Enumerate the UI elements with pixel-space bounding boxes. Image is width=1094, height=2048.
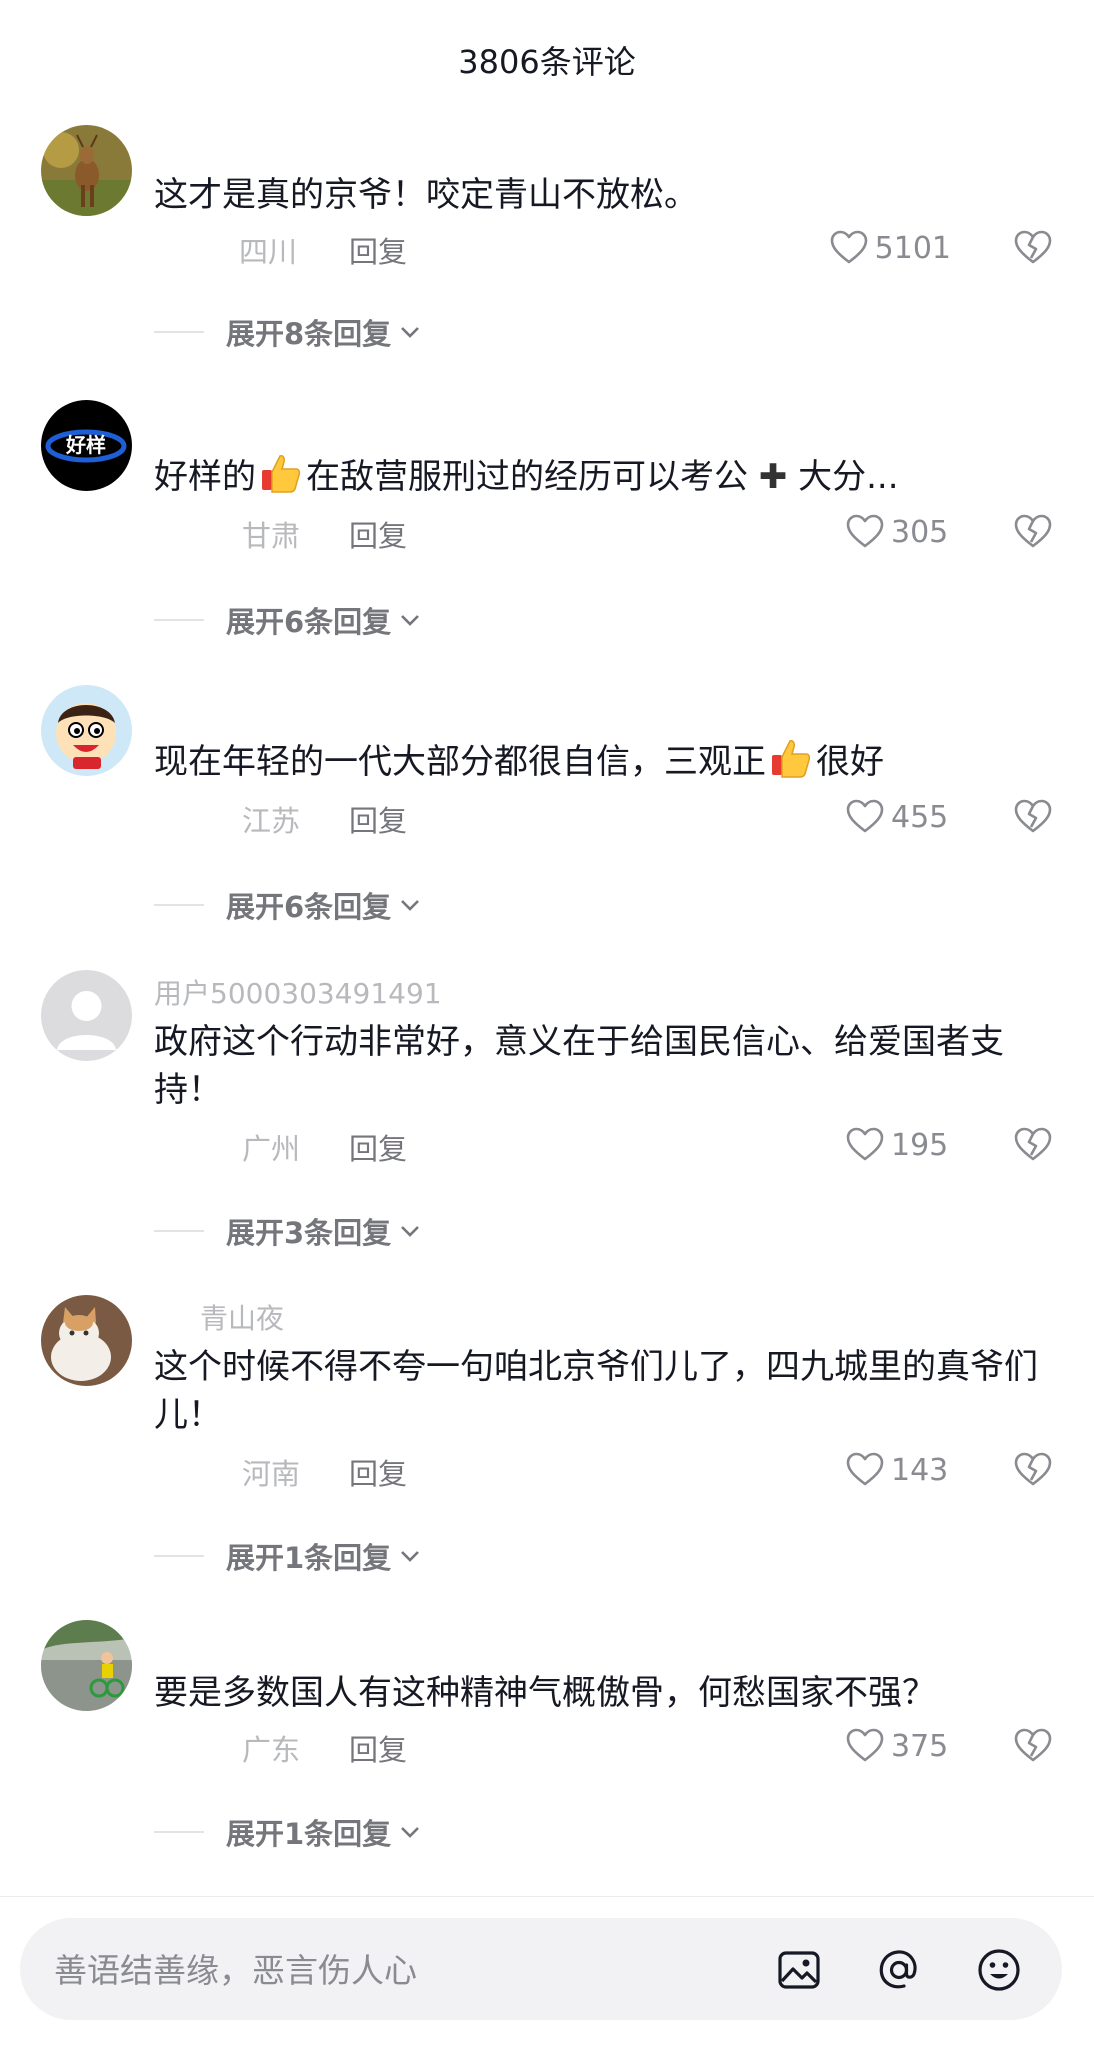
divider	[0, 1896, 1094, 1897]
avatar[interactable]	[41, 125, 132, 216]
expand-replies[interactable]: 展开1条回复	[154, 1536, 423, 1576]
comment-input-bar	[20, 1918, 1062, 2020]
comment-username[interactable]: 青山夜	[200, 1297, 284, 1337]
like-count: 143	[891, 1452, 949, 1488]
avatar[interactable]	[41, 1620, 132, 1711]
comment-meta: 河南 回复 143	[154, 1447, 1054, 1493]
avatar[interactable]	[41, 685, 132, 776]
heart-icon	[846, 514, 884, 548]
at-icon[interactable]	[874, 1945, 924, 1995]
like-count: 375	[891, 1728, 949, 1764]
like-button[interactable]: 455	[845, 797, 951, 837]
reply-button[interactable]: 回复	[349, 513, 407, 555]
comment-location: 广东	[242, 1733, 301, 1767]
comment-meta: 江苏 回复 455	[154, 794, 1054, 840]
dislike-button[interactable]	[1013, 512, 1053, 552]
chevron-down-icon	[401, 615, 420, 626]
comment-meta: 广东 回复 375	[154, 1723, 1054, 1769]
broken-heart-icon	[1014, 799, 1052, 833]
cat-avatar-icon	[41, 1295, 132, 1386]
comment-meta: 甘肃 回复 305	[154, 509, 1054, 555]
broken-heart-icon	[1014, 1127, 1052, 1161]
thumbs-up-icon	[772, 740, 811, 778]
thumbs-up-icon	[262, 455, 301, 493]
reply-button[interactable]: 回复	[349, 1451, 407, 1493]
like-count: 195	[891, 1127, 949, 1163]
broken-heart-icon	[1014, 1452, 1052, 1486]
heart-icon	[846, 1728, 884, 1762]
like-count: 5101	[874, 230, 951, 266]
comment-count-title: 3806条评论	[458, 43, 636, 81]
emoji-icon[interactable]	[974, 1945, 1024, 1995]
plus-icon: ✚	[758, 457, 788, 497]
comment-meta: 广州 回复 195	[154, 1122, 1054, 1168]
default-user-avatar-icon	[41, 970, 132, 1061]
comment-text: 好样的 在敌营服刑过的经历可以考公 ✚ 大分...	[154, 450, 1054, 501]
cartoon-boy-avatar-icon	[41, 685, 132, 776]
kid-bike-avatar-icon	[41, 1620, 132, 1711]
heart-icon	[846, 799, 884, 833]
comment-text: 这个时候不得不夸一句咱北京爷们儿了，四九城里的真爷们儿！	[154, 1347, 1038, 1435]
expand-replies[interactable]: 展开6条回复	[154, 885, 423, 925]
avatar[interactable]	[41, 1295, 132, 1386]
dislike-button[interactable]	[1013, 1125, 1053, 1165]
comment-location: 四川	[239, 235, 298, 269]
dislike-button[interactable]	[1013, 228, 1053, 268]
heart-icon	[846, 1127, 884, 1161]
reply-button[interactable]: 回复	[349, 1727, 407, 1769]
chevron-down-icon	[401, 1827, 420, 1838]
like-count: 455	[891, 799, 949, 835]
comments-page: 3806条评论 这才是真的京爷！咬定青山不放松。 四川 回复 5101 展开8条…	[0, 0, 1094, 2048]
comment-text: 政府这个行动非常好，意义在于给国民信心、给爱国者支持！	[154, 1022, 1004, 1110]
comment-text: 这才是真的京爷！咬定青山不放松。	[154, 175, 698, 215]
broken-heart-icon	[1014, 230, 1052, 264]
like-count: 305	[891, 514, 949, 550]
expand-replies[interactable]: 展开6条回复	[154, 600, 423, 640]
svg-text:好样: 好样	[65, 433, 106, 457]
comment-text: 现在年轻的一代大部分都很自信，三观正 很好	[154, 735, 1054, 786]
avatar[interactable]	[41, 970, 132, 1061]
image-icon[interactable]	[774, 1945, 824, 1995]
broken-heart-icon	[1014, 514, 1052, 548]
like-button[interactable]: 305	[845, 512, 951, 552]
reply-button[interactable]: 回复	[349, 1126, 407, 1168]
avatar[interactable]: 好样	[41, 400, 132, 491]
comment-location: 广州	[242, 1132, 301, 1166]
like-button[interactable]: 195	[845, 1125, 951, 1165]
chevron-down-icon	[401, 1551, 420, 1562]
chevron-down-icon	[401, 900, 420, 911]
comment-meta: 四川 回复 5101	[154, 225, 1054, 271]
deer-avatar-icon	[41, 125, 132, 216]
heart-icon	[830, 230, 867, 264]
reply-button[interactable]: 回复	[349, 798, 407, 840]
broken-heart-icon	[1014, 1728, 1052, 1762]
dislike-button[interactable]	[1013, 797, 1053, 837]
comment-location: 甘肃	[242, 519, 301, 553]
like-button[interactable]: 375	[845, 1726, 951, 1766]
chevron-down-icon	[401, 1226, 420, 1237]
comment-location: 河南	[242, 1457, 301, 1491]
comment-location: 江苏	[242, 804, 301, 838]
comment-text: 要是多数国人有这种精神气概傲骨，何愁国家不强？	[154, 1673, 936, 1713]
haoyang-logo-icon: 好样	[41, 400, 132, 491]
heart-icon	[846, 1452, 884, 1486]
dislike-button[interactable]	[1013, 1726, 1053, 1766]
expand-replies[interactable]: 展开3条回复	[154, 1211, 423, 1251]
comment-input[interactable]	[52, 1942, 736, 1998]
dislike-button[interactable]	[1013, 1450, 1053, 1490]
comment-username[interactable]: 用户5000303491491	[154, 972, 442, 1012]
like-button[interactable]: 143	[845, 1450, 951, 1490]
comments-header: 3806条评论	[0, 0, 1094, 120]
expand-replies[interactable]: 展开1条回复	[154, 1812, 423, 1852]
like-button[interactable]: 5101	[829, 228, 951, 268]
chevron-down-icon	[401, 327, 420, 338]
expand-replies[interactable]: 展开8条回复	[154, 312, 423, 352]
reply-button[interactable]: 回复	[349, 229, 407, 271]
